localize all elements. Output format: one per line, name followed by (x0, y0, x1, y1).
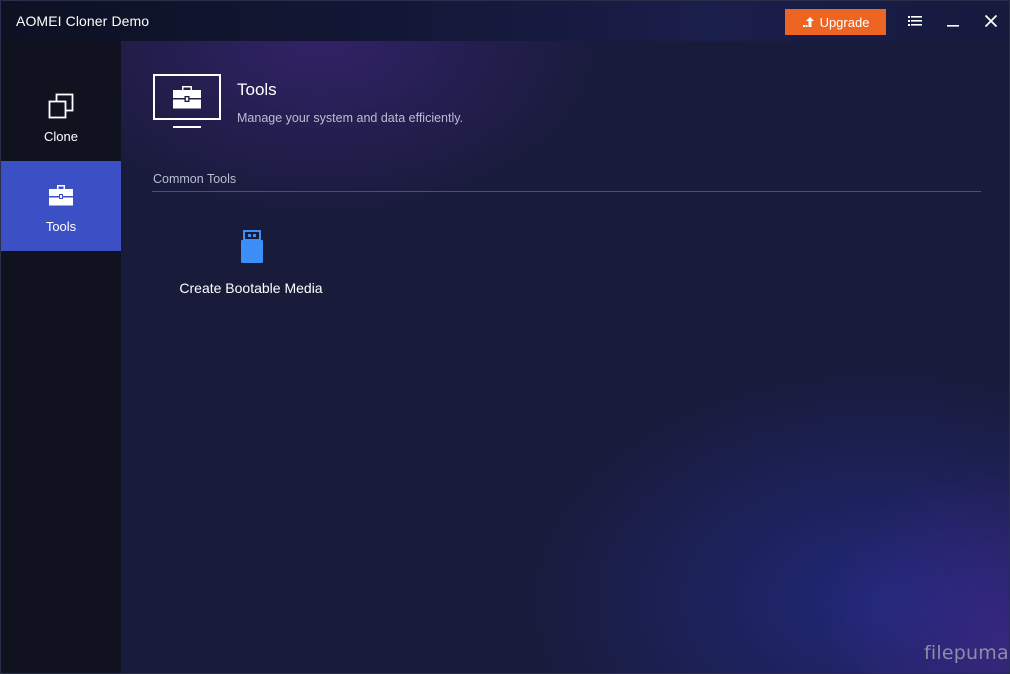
main-content: Tools Manage your system and data effici… (121, 41, 1009, 673)
page-subtitle: Manage your system and data efficiently. (237, 111, 464, 125)
tool-label: Create Bootable Media (179, 280, 323, 296)
upgrade-button[interactable]: Upgrade (785, 9, 886, 35)
usb-drive-icon (240, 230, 264, 269)
monitor-toolbox-icon (153, 74, 221, 135)
section-label-common-tools: Common Tools (153, 172, 237, 186)
sidebar-item-label: Tools (45, 219, 77, 234)
section-divider (152, 191, 981, 192)
title-bar: AOMEI Cloner Demo Upgrade (1, 1, 1009, 41)
tool-create-bootable-media[interactable]: Create Bootable Media (173, 223, 329, 303)
app-title: AOMEI Cloner Demo (16, 13, 150, 29)
page-title: Tools (237, 80, 277, 99)
app-window: AOMEI Cloner Demo Upgrade Clone Tools To… (0, 0, 1010, 674)
sidebar-item-clone[interactable]: Clone (1, 71, 121, 161)
sidebar-item-tools[interactable]: Tools (1, 161, 121, 251)
watermark: filepuma (924, 642, 1009, 664)
clone-icon (48, 93, 74, 124)
upgrade-arrow-icon (802, 16, 816, 28)
close-icon[interactable] (981, 11, 1001, 31)
toolbox-icon (48, 183, 74, 212)
upgrade-label: Upgrade (819, 14, 870, 30)
sidebar-item-label: Clone (44, 129, 78, 144)
sidebar: Clone Tools (1, 41, 121, 673)
minimize-icon[interactable] (943, 11, 963, 31)
menu-icon[interactable] (905, 11, 925, 31)
